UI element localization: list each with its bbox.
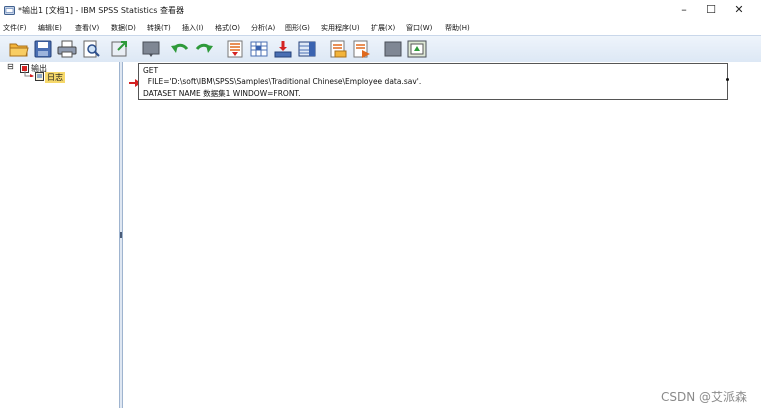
menu-analyze[interactable]: 分析(A): [251, 23, 275, 33]
tree-child-label[interactable]: 日志: [45, 72, 65, 83]
menu-format[interactable]: 格式(O): [215, 23, 240, 33]
menu-data[interactable]: 数据(D): [111, 23, 136, 33]
log-line: GET: [143, 66, 159, 75]
toolbar: [0, 35, 761, 63]
show-all-icon[interactable]: [328, 40, 348, 58]
menu-help[interactable]: 帮助(H): [445, 23, 470, 33]
output-content-pane[interactable]: [123, 62, 761, 408]
print-preview-icon[interactable]: [81, 40, 101, 58]
menu-view[interactable]: 查看(V): [75, 23, 99, 33]
title-bar: *输出1 [文档1] - IBM SPSS Statistics 查看器 – ☐…: [0, 0, 761, 22]
goto-case-icon[interactable]: [249, 40, 269, 58]
blank-icon[interactable]: [383, 40, 403, 58]
goto-data-icon[interactable]: [225, 40, 245, 58]
select-output-icon[interactable]: [407, 40, 427, 58]
open-folder-icon[interactable]: [9, 40, 29, 58]
minimize-button[interactable]: –: [673, 2, 695, 18]
close-button[interactable]: ✕: [728, 2, 750, 18]
menu-file[interactable]: 文件(F): [3, 23, 27, 33]
menu-transform[interactable]: 转换(T): [147, 23, 171, 33]
output-outline-pane[interactable]: ⊟ 输出 日志: [0, 62, 119, 408]
resize-handle-icon[interactable]: [726, 78, 729, 81]
log-item-icon: [35, 72, 44, 81]
export-icon[interactable]: [110, 40, 130, 58]
variables-icon[interactable]: [297, 40, 317, 58]
window-bottom-edge: [0, 408, 761, 414]
menu-window[interactable]: 窗口(W): [406, 23, 432, 33]
log-text-block[interactable]: GET FILE='D:\soft\IBM\SPSS\Samples\Tradi…: [138, 63, 728, 100]
menu-utilities[interactable]: 实用程序(U): [321, 23, 360, 33]
print-icon[interactable]: [57, 40, 77, 58]
tree-expander-icon[interactable]: ⊟: [7, 62, 14, 71]
menu-insert[interactable]: 插入(I): [182, 23, 204, 33]
menu-bar: 文件(F) 编辑(E) 查看(V) 数据(D) 转换(T) 插入(I) 格式(O…: [0, 22, 761, 35]
maximize-button[interactable]: ☐: [700, 2, 722, 18]
log-line: DATASET NAME 数据集1 WINDOW=FRONT.: [143, 89, 301, 98]
watermark: CSDN @艾派森: [660, 390, 747, 404]
undo-icon[interactable]: [170, 40, 190, 58]
save-icon[interactable]: [33, 40, 53, 58]
spss-app-icon: [4, 6, 15, 15]
designate-window-icon[interactable]: [352, 40, 372, 58]
menu-graphs[interactable]: 图形(G): [285, 23, 310, 33]
menu-extensions[interactable]: 扩展(X): [371, 23, 395, 33]
window-title: *输出1 [文档1] - IBM SPSS Statistics 查看器: [18, 6, 184, 15]
log-line: FILE='D:\soft\IBM\SPSS\Samples\Tradition…: [143, 77, 422, 86]
goto-variable-icon[interactable]: [273, 40, 293, 58]
splitter-grip-icon[interactable]: [120, 232, 122, 238]
redo-icon[interactable]: [194, 40, 214, 58]
menu-edit[interactable]: 编辑(E): [38, 23, 62, 33]
recall-dialog-icon[interactable]: [141, 40, 161, 58]
